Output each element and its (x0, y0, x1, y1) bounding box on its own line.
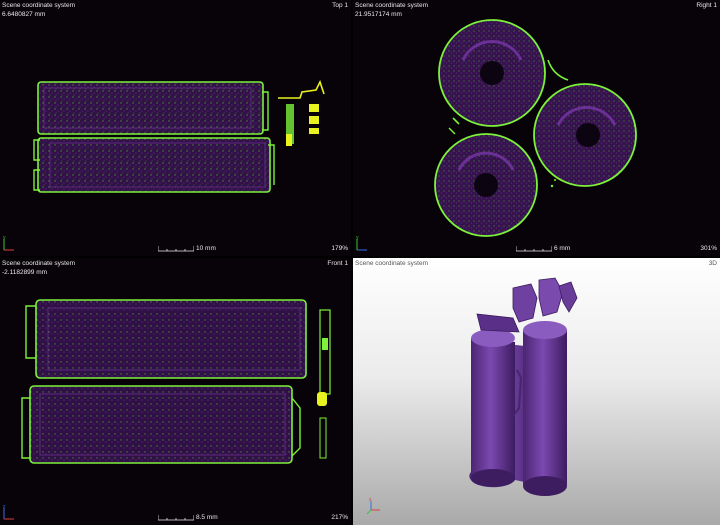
scale-bar: 10 mm (158, 245, 216, 252)
zoom-level: 179% (331, 245, 348, 252)
zoom-level: 301% (700, 245, 717, 252)
scale-bar-icon (158, 515, 194, 521)
scale-bar-label: 8.5 mm (196, 514, 218, 521)
battery-3d-model (469, 277, 578, 496)
slice-position: -2.1182899 mm (2, 269, 48, 276)
scale-bar-label: 10 mm (196, 245, 216, 252)
viewport-3d[interactable]: Scene coordinate system 3D x (353, 258, 720, 525)
axis-gizmo-icon: y (2, 236, 16, 252)
axis-y-label: y (356, 236, 359, 241)
ct-slice-right (434, 19, 637, 237)
scale-bar-icon (516, 246, 552, 252)
axis-z-label: z (3, 505, 6, 510)
scale-bar-icon (158, 246, 194, 252)
axis-gizmo-icon: y (355, 236, 369, 252)
viewport-title: Scene coordinate system (2, 2, 75, 9)
viewport-name[interactable]: Front 1 (327, 260, 348, 268)
viewport-name[interactable]: 3D (709, 260, 717, 268)
viewport-name[interactable]: Top 1 (332, 2, 348, 10)
scale-bar: 8.5 mm (158, 514, 218, 521)
viewport-title: Scene coordinate system (2, 260, 75, 267)
viewport-title: Scene coordinate system (355, 2, 428, 9)
axis-y-label: y (3, 236, 6, 241)
scale-bar: 6 mm (516, 245, 570, 252)
scale-bar-label: 6 mm (554, 245, 571, 252)
zoom-level: 217% (331, 514, 348, 521)
slice-position: 21.9517174 mm (355, 11, 402, 18)
viewport-title: Scene coordinate system (355, 260, 428, 267)
axis-x-label: x (369, 497, 372, 503)
ct-slice-top (33, 79, 325, 193)
viewport-right[interactable]: Scene coordinate system 21.9517174 mm Ri… (353, 0, 720, 256)
viewport-front[interactable]: Scene coordinate system -2.1182899 mm Fr… (0, 258, 351, 525)
axis-gizmo-icon: z (2, 505, 16, 521)
axis-gizmo-icon: x (365, 497, 383, 515)
ct-slice-front (21, 299, 331, 464)
viewport-name[interactable]: Right 1 (696, 2, 717, 10)
slice-position: 6.6480827 mm (2, 11, 46, 18)
viewport-top[interactable]: Scene coordinate system 6.6480827 mm Top… (0, 0, 351, 256)
